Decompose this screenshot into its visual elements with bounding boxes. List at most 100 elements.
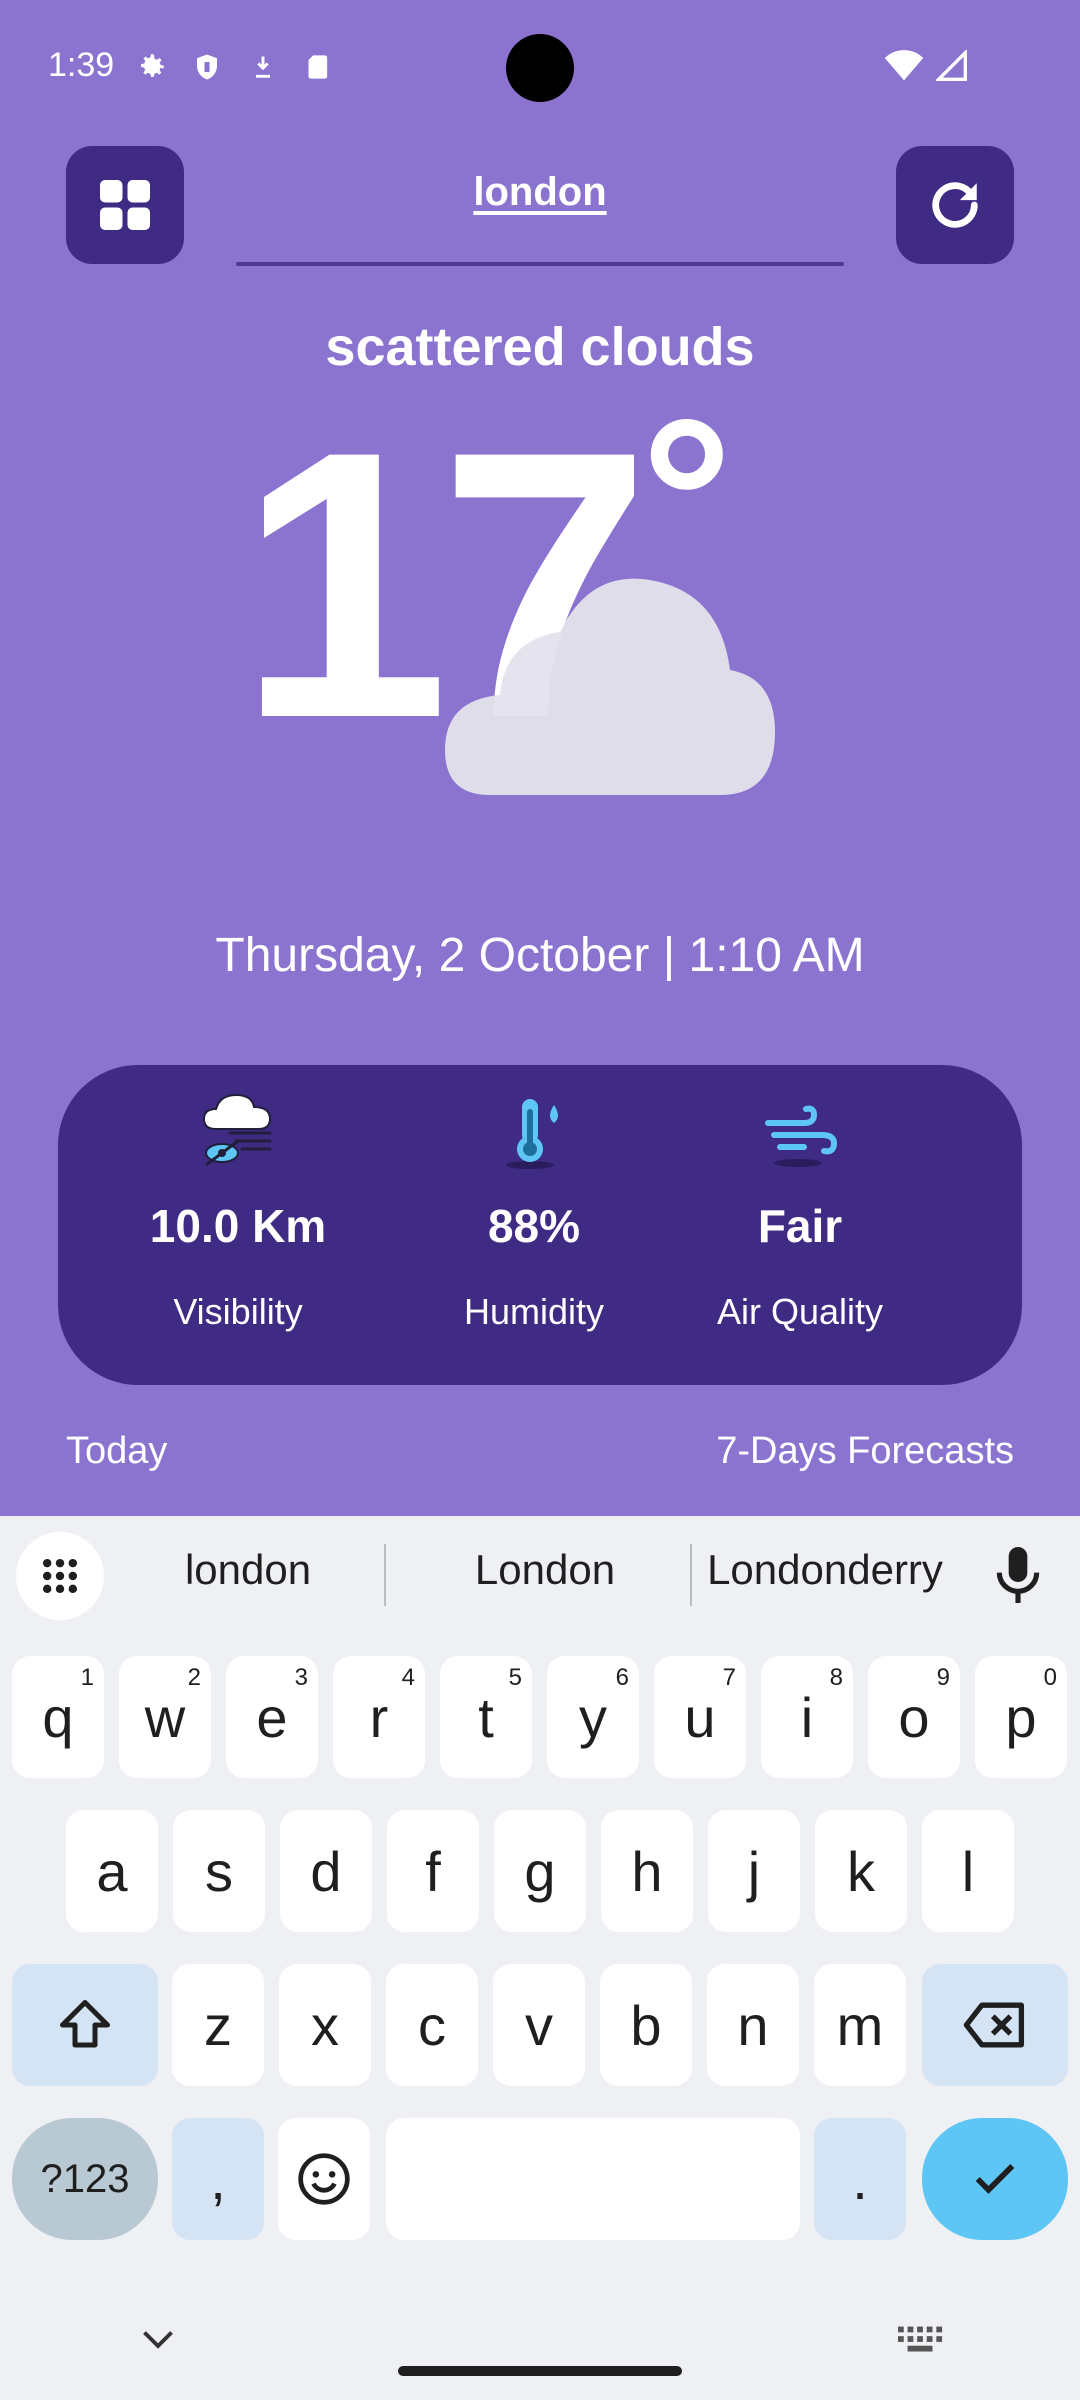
key-h[interactable]: h bbox=[601, 1810, 693, 1932]
keyboard-menu-button[interactable] bbox=[16, 1532, 104, 1620]
microphone-icon bbox=[996, 1547, 1040, 1603]
suggestion-item[interactable]: london bbox=[128, 1546, 368, 1594]
suggestion-divider bbox=[690, 1544, 692, 1606]
stat-value: 10.0 Km bbox=[149, 1200, 327, 1252]
status-icons bbox=[134, 50, 336, 84]
status-right-icons bbox=[884, 48, 968, 87]
key-e[interactable]: e3 bbox=[226, 1656, 318, 1778]
suggestion-bar: london London Londonderry bbox=[0, 1516, 1080, 1634]
key-i[interactable]: i8 bbox=[761, 1656, 853, 1778]
key-b[interactable]: b bbox=[600, 1964, 692, 2086]
chevron-down-icon[interactable] bbox=[140, 2328, 176, 2352]
backspace-key[interactable] bbox=[922, 1964, 1068, 2086]
backspace-icon bbox=[963, 2002, 1025, 2048]
key-number-hint: 6 bbox=[615, 1664, 629, 1691]
checkmark-icon bbox=[975, 2164, 1015, 2194]
voice-input-button[interactable] bbox=[990, 1544, 1046, 1611]
gesture-handle[interactable] bbox=[398, 2366, 682, 2376]
city-search-field[interactable]: london bbox=[236, 170, 844, 268]
weather-condition: scattered clouds bbox=[325, 317, 755, 377]
wind-icon bbox=[650, 1103, 950, 1169]
key-k[interactable]: k bbox=[815, 1810, 907, 1932]
key-s[interactable]: s bbox=[173, 1810, 265, 1932]
visibility-icon bbox=[88, 1089, 388, 1169]
key-number-hint: 1 bbox=[80, 1664, 94, 1691]
cell-signal-icon bbox=[934, 48, 968, 87]
shift-key[interactable] bbox=[12, 1964, 158, 2086]
space-key[interactable] bbox=[386, 2118, 800, 2240]
shield-icon bbox=[190, 50, 224, 84]
key-letter: q bbox=[42, 1685, 74, 1749]
stat-air-quality: Fair Air Quality bbox=[650, 1065, 950, 1333]
forecast-tabs: Today 7-Days Forecasts bbox=[0, 1430, 1080, 1510]
status-time: 1:39 bbox=[48, 46, 115, 84]
period-key[interactable]: . bbox=[814, 2118, 906, 2240]
key-letter: r bbox=[369, 1685, 389, 1749]
symbols-key[interactable]: ?123 bbox=[12, 2118, 158, 2240]
tab-today[interactable]: Today bbox=[66, 1430, 167, 1473]
key-j[interactable]: j bbox=[708, 1810, 800, 1932]
emoji-key[interactable] bbox=[278, 2118, 370, 2240]
key-q[interactable]: q1 bbox=[12, 1656, 104, 1778]
key-number-hint: 9 bbox=[936, 1664, 950, 1691]
on-screen-keyboard: london London Londonderry ?123 , . q1w2e… bbox=[0, 1516, 1080, 2400]
city-search-value[interactable]: london bbox=[236, 170, 844, 215]
menu-button[interactable] bbox=[66, 146, 184, 264]
sd-card-icon bbox=[302, 50, 336, 84]
navigation-bar bbox=[0, 2270, 1080, 2400]
key-x[interactable]: x bbox=[279, 1964, 371, 2086]
key-m[interactable]: m bbox=[814, 1964, 906, 2086]
suggestion-divider bbox=[384, 1544, 386, 1606]
key-number-hint: 7 bbox=[722, 1664, 736, 1691]
key-a[interactable]: a bbox=[66, 1810, 158, 1932]
key-number-hint: 8 bbox=[829, 1664, 843, 1691]
key-letter: o bbox=[898, 1685, 930, 1749]
key-v[interactable]: v bbox=[493, 1964, 585, 2086]
status-bar: 1:39 bbox=[0, 0, 1080, 140]
key-r[interactable]: r4 bbox=[333, 1656, 425, 1778]
key-letter: e bbox=[256, 1685, 288, 1749]
settings-icon bbox=[134, 50, 168, 84]
stat-visibility: 10.0 Km Visibility bbox=[88, 1065, 388, 1333]
key-p[interactable]: p0 bbox=[975, 1656, 1067, 1778]
stat-value: Fair bbox=[757, 1200, 843, 1252]
stat-value: 88% bbox=[487, 1200, 581, 1252]
key-l[interactable]: l bbox=[922, 1810, 1014, 1932]
key-f[interactable]: f bbox=[387, 1810, 479, 1932]
refresh-button[interactable] bbox=[896, 146, 1014, 264]
key-w[interactable]: w2 bbox=[119, 1656, 211, 1778]
key-c[interactable]: c bbox=[386, 1964, 478, 2086]
key-number-hint: 4 bbox=[401, 1664, 415, 1691]
cloud-icon bbox=[445, 578, 775, 795]
key-z[interactable]: z bbox=[172, 1964, 264, 2086]
enter-key[interactable] bbox=[922, 2118, 1068, 2240]
key-g[interactable]: g bbox=[494, 1810, 586, 1932]
refresh-icon bbox=[932, 182, 978, 228]
weather-stats-card: 10.0 Km Visibility 88% Humidity Fair Air… bbox=[58, 1065, 1022, 1385]
key-letter: y bbox=[579, 1685, 607, 1749]
emoji-icon bbox=[298, 2153, 350, 2205]
suggestion-item[interactable]: Londonderry bbox=[700, 1546, 950, 1594]
tab-7-day-forecast[interactable]: 7-Days Forecasts bbox=[716, 1430, 1014, 1473]
comma-key[interactable]: , bbox=[172, 2118, 264, 2240]
key-u[interactable]: u7 bbox=[654, 1656, 746, 1778]
shift-icon bbox=[60, 2000, 110, 2048]
camera-cutout bbox=[506, 34, 574, 102]
key-n[interactable]: n bbox=[707, 1964, 799, 2086]
thermometer-icon bbox=[384, 1095, 684, 1169]
key-letter: i bbox=[800, 1685, 814, 1749]
key-t[interactable]: t5 bbox=[440, 1656, 532, 1778]
key-number-hint: 3 bbox=[294, 1664, 308, 1691]
grid-icon bbox=[100, 180, 150, 230]
keyboard-switch-icon[interactable] bbox=[898, 2326, 944, 2354]
stat-label: Humidity bbox=[463, 1291, 605, 1332]
suggestion-item[interactable]: London bbox=[400, 1546, 690, 1594]
key-letter: u bbox=[684, 1685, 716, 1749]
key-d[interactable]: d bbox=[280, 1810, 372, 1932]
wifi-icon bbox=[884, 50, 924, 87]
key-letter: t bbox=[478, 1685, 494, 1749]
key-y[interactable]: y6 bbox=[547, 1656, 639, 1778]
key-o[interactable]: o9 bbox=[868, 1656, 960, 1778]
apps-grid-icon bbox=[42, 1558, 78, 1594]
search-underline bbox=[236, 262, 844, 266]
